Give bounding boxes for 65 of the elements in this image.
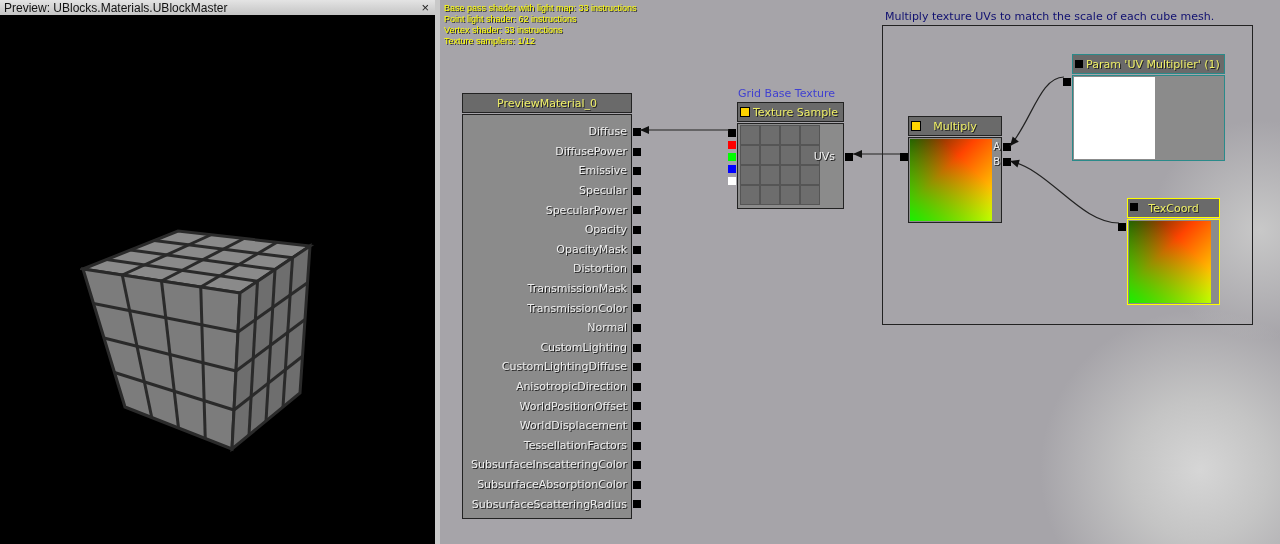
connector-pin[interactable] [633, 206, 641, 215]
node-title: TexCoord [1148, 201, 1199, 215]
wire [852, 150, 901, 158]
node-title: Multiply [933, 119, 977, 133]
connector-pin[interactable] [633, 147, 641, 156]
connector-pin[interactable] [633, 461, 641, 470]
output-label: UVs [813, 150, 835, 164]
shader-stat: Base pass shader with light map: 33 instructions [444, 3, 637, 14]
input-label: Distortion [573, 262, 627, 276]
input-label: TransmissionColor [527, 301, 627, 315]
input-label: B [993, 156, 1000, 167]
connector-pin[interactable] [633, 284, 641, 293]
input-label: SubsurfaceAbsorptionColor [477, 478, 627, 491]
input-label: DiffusePower [555, 144, 627, 158]
node-header[interactable]: Texture Sample [737, 102, 844, 122]
connector-pin[interactable] [633, 265, 641, 274]
connector-pin[interactable] [633, 304, 641, 313]
node-title: Param 'UV Multiplier' (1) [1086, 57, 1220, 71]
input-label: TransmissionMask [527, 282, 627, 296]
input-label: SpecularPower [545, 203, 627, 217]
node-header[interactable]: TexCoord [1127, 198, 1220, 218]
input-label: WorldDisplacement [519, 419, 627, 433]
connector-pin[interactable] [633, 441, 641, 450]
node-toggle-icon[interactable] [1075, 60, 1083, 68]
comment-text: Multiply texture UVs to match the scale of each cube mesh. [885, 10, 1215, 23]
node-toggle-icon[interactable] [740, 107, 750, 117]
input-label: Diffuse [588, 125, 627, 139]
connector-pin[interactable] [633, 382, 641, 391]
input-label: CustomLighting [540, 340, 627, 354]
node-header[interactable]: Multiply [908, 116, 1002, 136]
input-label: A [993, 141, 1000, 152]
input-label: WorldPositionOffset [519, 399, 627, 413]
input-label: SubsurfaceScatteringRadius [471, 497, 627, 511]
node-caption: Grid Base Texture [738, 87, 836, 100]
node-header[interactable]: Param 'UV Multiplier' (1) [1072, 54, 1225, 74]
connector-pin[interactable] [633, 186, 641, 195]
node-title: Texture Sample [753, 105, 838, 119]
connector-pin[interactable] [633, 167, 641, 176]
input-label: Emissive [578, 164, 627, 178]
node-toggle-icon[interactable] [911, 121, 921, 131]
input-label: AnisotropicDirection [515, 380, 627, 393]
input-label: Specular [578, 184, 627, 198]
shader-stat: Vertex shader: 33 instructions [444, 25, 564, 36]
input-label: OpacityMask [556, 242, 627, 256]
connector-pin[interactable] [633, 402, 641, 411]
connector-pin[interactable] [633, 343, 641, 352]
input-label: Opacity [584, 223, 627, 237]
wire [1009, 76, 1065, 147]
connector-pin[interactable] [633, 480, 641, 489]
shader-stat: Texture samplers: 1/12 [444, 36, 537, 47]
comment-box[interactable] [882, 25, 1253, 325]
node-header[interactable]: PreviewMaterial_0 [462, 93, 632, 113]
connector-pin[interactable] [633, 500, 641, 509]
input-label: TessellationFactors [523, 438, 627, 452]
panel-title: Preview: UBlocks.Materials.UBlockMaster [4, 0, 228, 15]
connector-pin[interactable] [633, 245, 641, 254]
preview-viewport[interactable] [0, 15, 435, 544]
input-label: SubsurfaceInscatteringColor [471, 458, 627, 472]
input-label: Normal [587, 321, 627, 335]
node-title: PreviewMaterial_0 [497, 96, 597, 110]
connector-pin[interactable] [633, 363, 641, 372]
shader-stat: Point light shader: 62 instructions [444, 14, 578, 25]
close-icon[interactable]: × [421, 1, 429, 14]
node-toggle-icon[interactable] [1130, 203, 1138, 211]
input-label: CustomLightingDiffuse [501, 360, 627, 374]
